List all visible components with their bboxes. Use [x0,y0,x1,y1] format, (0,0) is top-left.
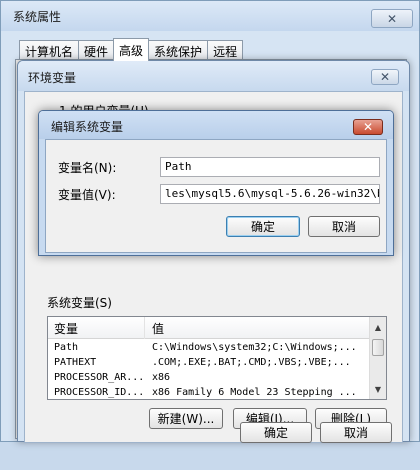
vertical-scrollbar[interactable]: ▲ ▼ [369,317,386,399]
table-row[interactable]: Path C:\Windows\system32;C:\Windows;... [48,340,370,355]
env-ok-button[interactable]: 确定 [240,422,312,443]
tab-remote[interactable]: 远程 [207,40,244,61]
edit-cancel-button[interactable]: 取消 [308,216,380,237]
variable-name-label: 变量名(N): [58,161,117,175]
close-icon: ✕ [379,70,391,84]
system-properties-title: 系统属性 [13,10,62,24]
scroll-down-icon[interactable]: ▼ [370,381,386,397]
table-row[interactable]: PROCESSOR_AR... x86 [48,370,370,385]
tab-system-protection[interactable]: 系统保护 [148,40,209,61]
tab-advanced[interactable]: 高级 [113,38,150,61]
tab-computer-name[interactable]: 计算机名 [19,40,80,61]
row-variable-name: PROCESSOR_AR... [54,372,142,383]
row-variable-name: PATHEXT [54,357,97,368]
edit-ok-button[interactable]: 确定 [226,216,300,237]
row-variable-value: .COM;.EXE;.BAT;.CMD;.VBS;.VBE;... [152,357,351,368]
edit-dialog-title: 编辑系统变量 [51,120,124,134]
row-variable-name: Path [54,342,79,353]
close-icon: ✕ [362,120,374,134]
list-rows: Path C:\Windows\system32;C:\Windows;... … [48,340,370,399]
variable-value-label: 变量值(V): [58,188,116,202]
system-variables-group: 系统变量(S) 变量 值 Path C:\Windows\system32;C:… [45,294,391,470]
scrollbar-thumb[interactable] [372,339,384,356]
table-row[interactable]: PROCESSOR_ID... x86 Family 6 Model 23 St… [48,385,370,399]
system-properties-close-button[interactable]: ✕ [371,9,413,28]
variable-value-input[interactable]: les\mysql5.6\mysql-5.6.26-win32\bin [160,184,380,204]
system-variables-list[interactable]: 变量 值 Path C:\Windows\system32;C:\Windows… [47,316,387,400]
edit-dialog-body: 变量名(N): Path 变量值(V): les\mysql5.6\mysql-… [45,139,387,253]
row-variable-value: C:\Windows\system32;C:\Windows;... [152,342,357,353]
close-icon: ✕ [386,11,398,26]
row-variable-name: PROCESSOR_ID... [54,387,142,398]
edit-dialog-titlebar[interactable]: 编辑系统变量 ✕ [39,111,393,139]
row-variable-value: x86 [152,372,171,383]
variable-name-input[interactable]: Path [160,157,380,177]
column-separator[interactable] [144,317,145,339]
environment-variables-close-button[interactable]: ✕ [371,69,399,85]
scroll-up-icon[interactable]: ▲ [370,319,386,335]
env-cancel-button[interactable]: 取消 [320,422,392,443]
environment-variables-titlebar[interactable]: 环境变量 ✕ [18,61,409,91]
edit-system-variable-dialog: 编辑系统变量 ✕ 变量名(N): Path 变量值(V): les\mysql5… [38,110,394,256]
list-header: 变量 值 [48,317,370,339]
system-properties-titlebar[interactable]: 系统属性 ✕ [1,1,419,31]
row-variable-value: x86 Family 6 Model 23 Stepping ... [152,387,357,398]
table-row[interactable]: PATHEXT .COM;.EXE;.BAT;.CMD;.VBS;.VBE;..… [48,355,370,370]
environment-variables-title: 环境变量 [28,71,77,85]
tab-hardware[interactable]: 硬件 [78,40,115,61]
edit-dialog-close-button[interactable]: ✕ [353,119,383,135]
new-variable-button[interactable]: 新建(W)... [149,408,223,429]
column-header-variable[interactable]: 变量 [54,320,78,337]
column-header-value[interactable]: 值 [152,320,164,337]
tab-strip: 计算机名 硬件 高级 系统保护 远程 [19,38,244,61]
system-variables-label: 系统变量(S) [47,296,112,310]
